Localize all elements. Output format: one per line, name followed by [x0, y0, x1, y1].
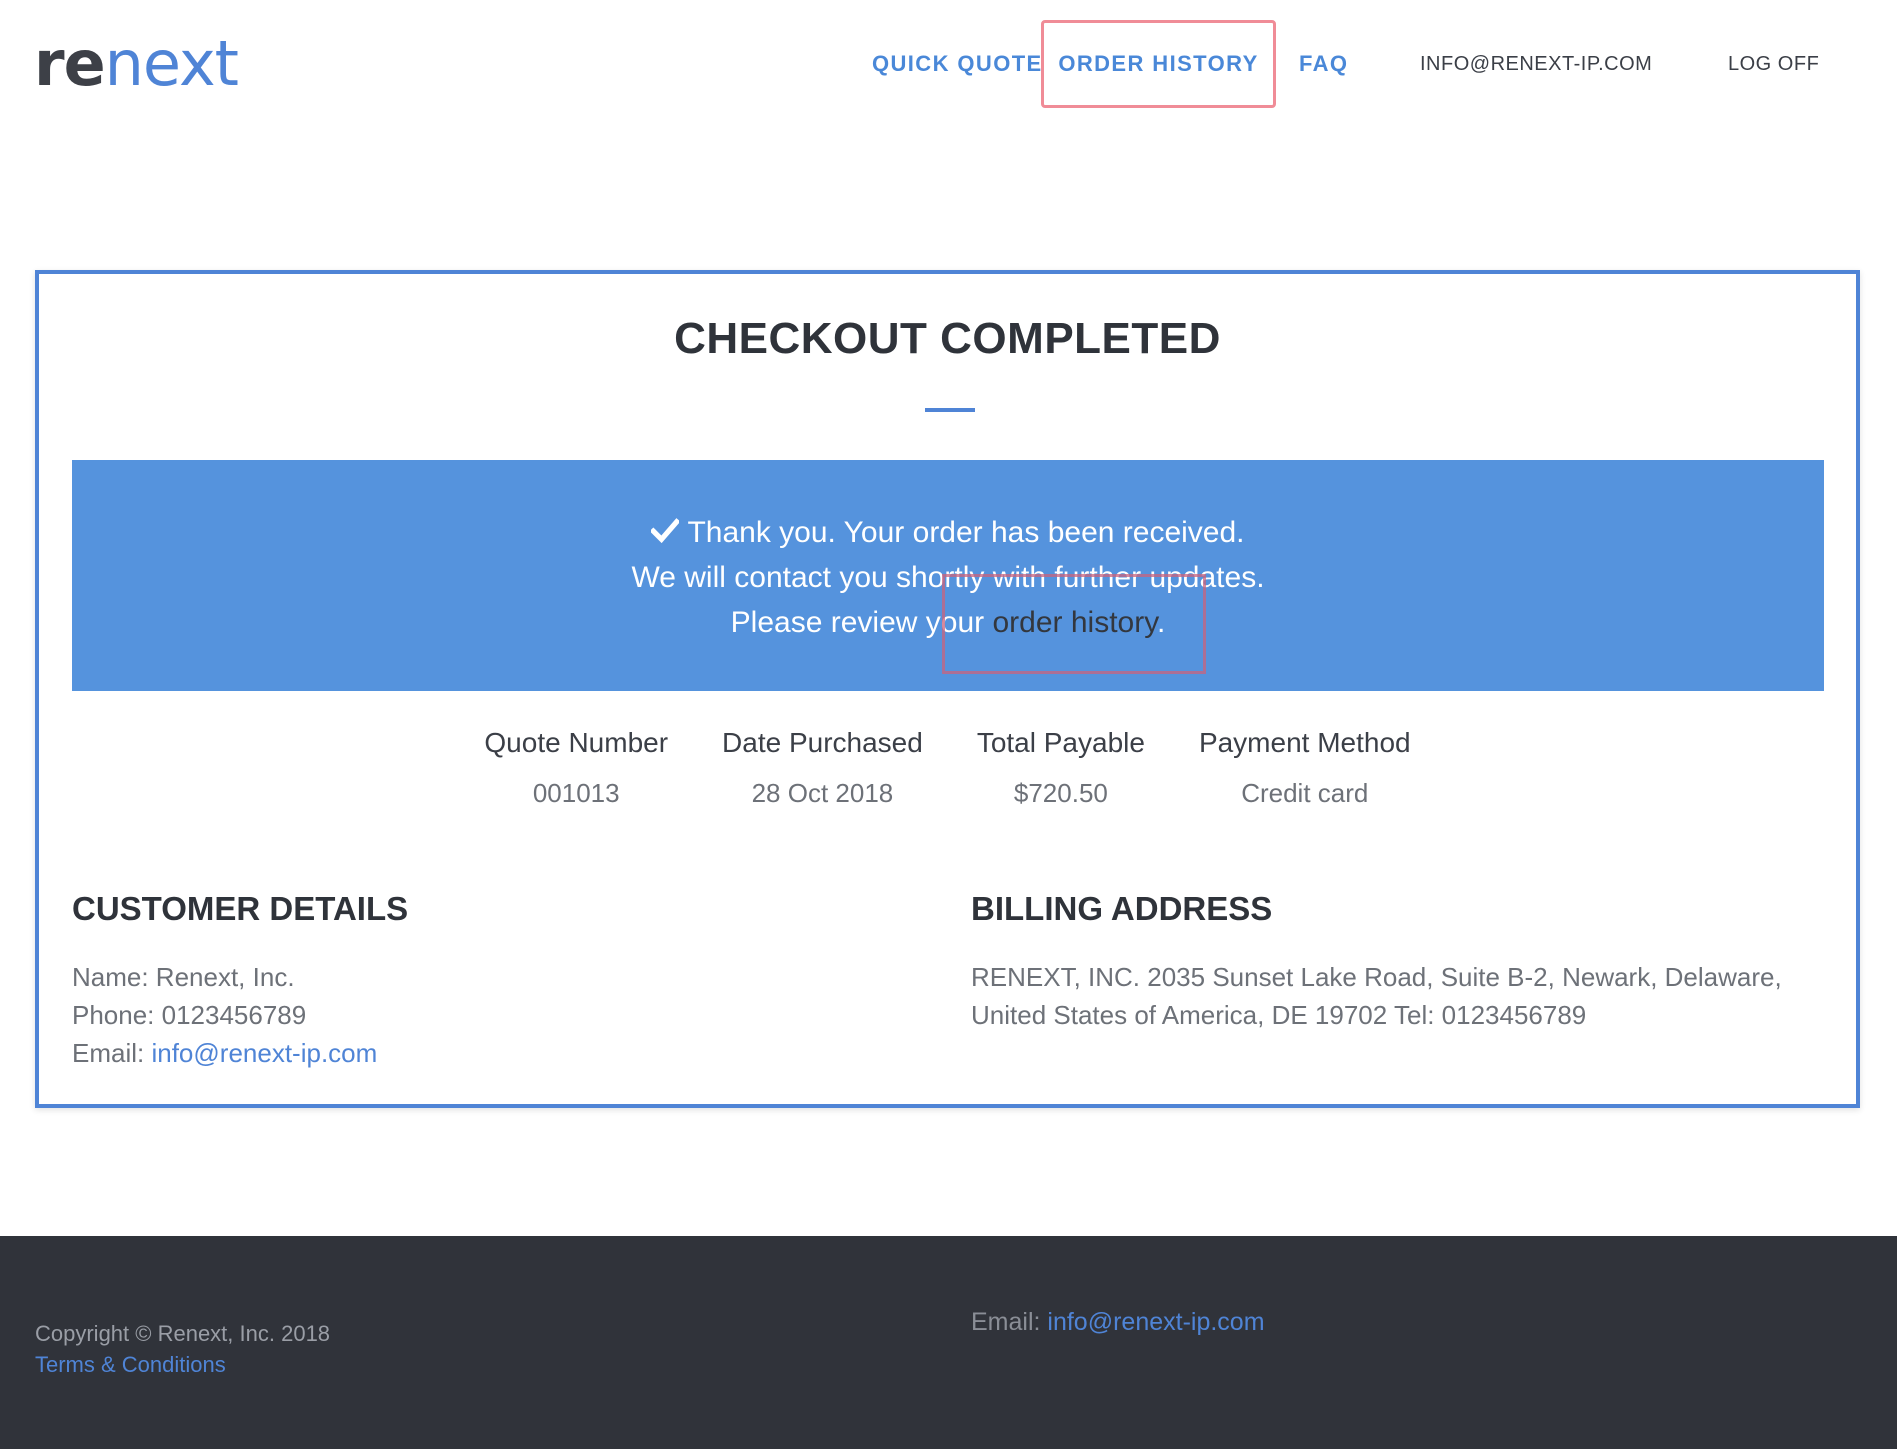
summary-label: Date Purchased	[722, 727, 923, 758]
customer-phone: Phone: 0123456789	[72, 1000, 307, 1030]
footer-email-row: Email: info@renext-ip.com	[971, 1304, 1265, 1340]
site-footer: Copyright © Renext, Inc. 2018 Terms & Co…	[0, 1236, 1897, 1449]
nav-order-history[interactable]: ORDER HISTORY	[1041, 20, 1276, 108]
nav-email[interactable]: INFO@RENEXT-IP.COM	[1420, 36, 1652, 92]
summary-value: 28 Oct 2018	[751, 778, 894, 808]
summary-value: 001013	[532, 778, 620, 808]
summary-date-purchased: Date Purchased 28 Oct 2018	[695, 724, 950, 812]
customer-details-heading: CUSTOMER DETAILS	[72, 890, 409, 927]
banner-line-2: We will contact you shortly with further…	[631, 561, 1265, 594]
banner-review-suffix: .	[1156, 606, 1166, 639]
summary-payment-method: Payment Method Credit card	[1172, 724, 1438, 812]
customer-name: Name: Renext, Inc.	[72, 962, 295, 992]
footer-email-label: Email:	[971, 1308, 1048, 1336]
logo-re-text: re	[34, 27, 106, 100]
order-summary: Quote Number 001013 Date Purchased 28 Oc…	[39, 724, 1856, 812]
banner-review-prefix: Please review your	[730, 606, 993, 639]
summary-quote-number: Quote Number 001013	[457, 724, 695, 812]
footer-copyright: Copyright © Renext, Inc. 2018	[35, 1321, 331, 1346]
customer-email-label: Email:	[72, 1038, 152, 1068]
footer-email-link[interactable]: info@renext-ip.com	[1047, 1308, 1264, 1336]
footer-terms-link[interactable]: Terms & Conditions	[35, 1349, 226, 1381]
summary-total-payable: Total Payable $720.50	[950, 724, 1172, 812]
billing-address: RENEXT, INC. 2035 Sunset Lake Road, Suit…	[971, 962, 1782, 1030]
summary-label: Total Payable	[976, 727, 1145, 758]
banner-thanks-text: Thank you. Your order has been received.	[687, 516, 1245, 549]
nav-log-off[interactable]: LOG OFF	[1728, 36, 1819, 92]
checkmark-icon	[651, 518, 680, 544]
confirmation-banner: Thank you. Your order has been received.…	[72, 460, 1824, 691]
order-history-link[interactable]: order history	[992, 606, 1157, 639]
customer-email-row: Email: info@renext-ip.com	[72, 1034, 377, 1072]
banner-line-3: Please review your order history.	[72, 600, 1824, 645]
page-title: CHECKOUT COMPLETED	[674, 314, 1221, 363]
site-header: renext QUICK QUOTE ORDER HISTORY FAQ INF…	[0, 0, 1897, 130]
summary-value: Credit card	[1241, 778, 1369, 808]
summary-label: Quote Number	[484, 727, 669, 758]
customer-email-link[interactable]: info@renext-ip.com	[151, 1038, 377, 1068]
customer-details: Name: Renext, Inc. Phone: 0123456789 Ema…	[72, 958, 377, 1072]
nav-quick-quote[interactable]: QUICK QUOTE	[872, 36, 1043, 92]
logo-next-text: next	[104, 27, 239, 100]
summary-value: $720.50	[1013, 778, 1108, 808]
billing-address-heading: BILLING ADDRESS	[971, 890, 1273, 927]
summary-label: Payment Method	[1198, 727, 1411, 758]
title-divider	[925, 408, 975, 412]
checkout-card: CHECKOUT COMPLETED Thank you. Your order…	[35, 270, 1860, 1108]
nav-faq[interactable]: FAQ	[1299, 36, 1348, 92]
banner-line-1: Thank you. Your order has been received.	[72, 510, 1824, 555]
renext-logo[interactable]: renext	[34, 27, 239, 100]
